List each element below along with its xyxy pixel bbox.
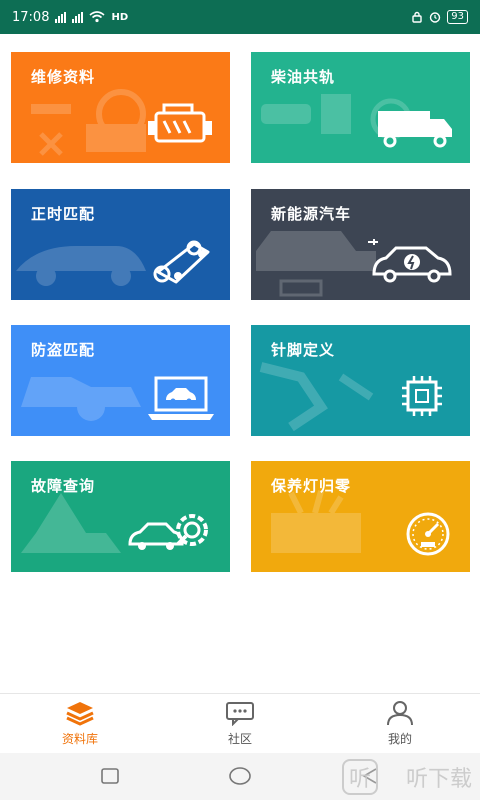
- clock: 17:08: [12, 9, 50, 25]
- tile-label: 新能源汽车: [271, 205, 352, 223]
- watermark: 听 听下载: [341, 759, 472, 795]
- tile-fault-lookup[interactable]: 故障查询: [11, 461, 230, 572]
- system-nav-bar: 听 听下载: [0, 753, 480, 800]
- nav-item-community[interactable]: 社区: [160, 694, 320, 753]
- nav-label: 资料库: [61, 732, 98, 746]
- lock-icon: [412, 11, 422, 23]
- engine-icon: [148, 103, 212, 143]
- tile-diesel-common-rail[interactable]: 柴油共轨: [251, 52, 470, 163]
- nav-item-library[interactable]: 资料库: [0, 694, 160, 753]
- status-bar: 17:08 HD 93: [0, 0, 480, 34]
- tile-maintenance-reset[interactable]: 保养灯归零: [251, 461, 470, 572]
- wifi-icon: [89, 11, 105, 23]
- recent-apps-icon[interactable]: [100, 767, 120, 785]
- tile-label: 正时匹配: [31, 205, 96, 223]
- tile-label: 防盗匹配: [31, 341, 96, 359]
- home-icon[interactable]: [228, 766, 252, 786]
- laptop-car-icon: [148, 376, 214, 420]
- nav-item-profile[interactable]: 我的: [320, 694, 480, 753]
- electric-car-icon: [368, 239, 452, 283]
- tile-anti-theft-match[interactable]: 防盗匹配: [11, 325, 230, 436]
- tile-label: 故障查询: [31, 477, 96, 495]
- network-badge: HD: [111, 11, 129, 23]
- timing-belt-icon: [153, 240, 210, 284]
- alarm-icon: [430, 12, 441, 23]
- watermark-text: 听下载: [405, 767, 472, 792]
- signal-icon: [72, 11, 84, 23]
- layers-icon: [66, 702, 94, 726]
- tile-label: 柴油共轨: [271, 68, 336, 86]
- nav-label: 社区: [227, 732, 252, 746]
- tile-repair-data[interactable]: 维修资料: [11, 52, 230, 163]
- tile-label: 保养灯归零: [271, 477, 352, 495]
- tile-timing-match[interactable]: 正时匹配: [11, 189, 230, 300]
- watermark-badge: 听: [341, 759, 378, 795]
- chip-icon: [402, 376, 442, 416]
- speedometer-icon: [406, 512, 450, 556]
- tile-label: 维修资料: [31, 68, 96, 86]
- tile-pin-definition[interactable]: 针脚定义: [251, 325, 470, 436]
- truck-icon: [378, 111, 452, 148]
- bottom-nav: 资料库 社区 我的: [0, 693, 480, 753]
- person-icon: [387, 701, 413, 726]
- battery-indicator: 93: [447, 10, 468, 24]
- car-search-icon: [128, 514, 208, 550]
- tile-label: 针脚定义: [271, 341, 336, 359]
- chat-icon: [226, 702, 254, 726]
- nav-label: 我的: [387, 732, 412, 746]
- tile-new-energy-vehicle[interactable]: 新能源汽车: [251, 189, 470, 300]
- signal-icon: [55, 11, 67, 23]
